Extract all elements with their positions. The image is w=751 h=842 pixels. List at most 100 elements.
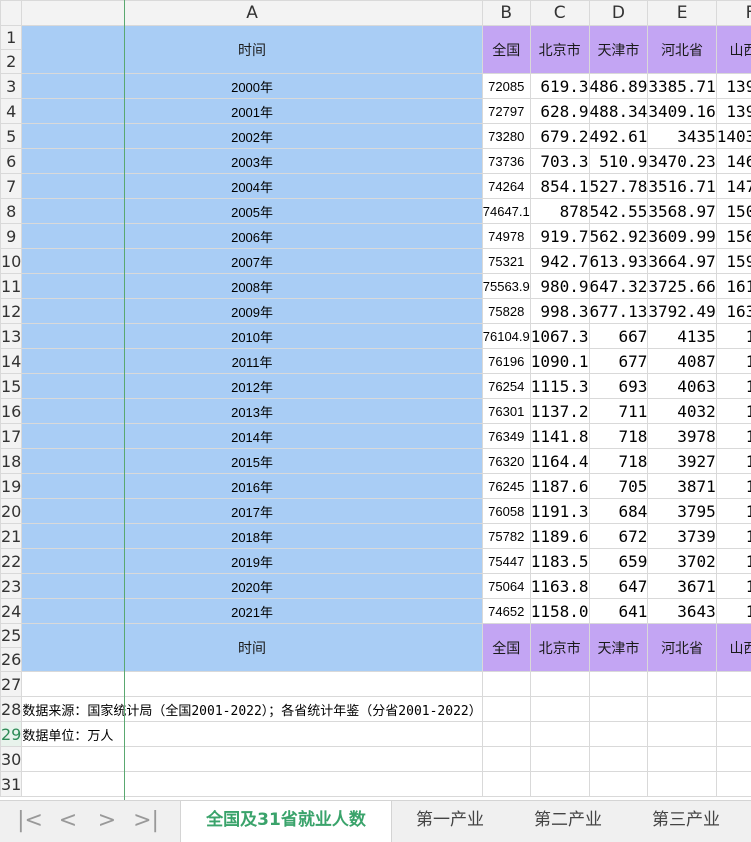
value-cell[interactable]: 75447 bbox=[481, 548, 531, 574]
cell[interactable] bbox=[715, 721, 751, 747]
value-cell[interactable]: 878 bbox=[529, 198, 590, 224]
value-cell[interactable]: 1403.34 bbox=[715, 123, 751, 149]
unit-note[interactable]: 数据单位：万人 bbox=[21, 721, 483, 747]
value-cell[interactable]: 4087 bbox=[647, 348, 717, 374]
value-cell[interactable]: 998.3 bbox=[529, 298, 590, 324]
cell[interactable] bbox=[481, 771, 531, 797]
cell[interactable] bbox=[481, 721, 531, 747]
row-header[interactable]: 5 bbox=[0, 123, 23, 149]
year-cell[interactable]: 2019年 bbox=[21, 548, 483, 574]
year-cell[interactable]: 2004年 bbox=[21, 173, 483, 199]
value-cell[interactable]: 3643 bbox=[647, 598, 717, 624]
row-header[interactable]: 21 bbox=[0, 523, 23, 549]
header-cell[interactable]: 河北省 bbox=[647, 25, 717, 74]
row-header[interactable]: 8 bbox=[0, 198, 23, 224]
value-cell[interactable]: 718 bbox=[588, 448, 649, 474]
value-cell[interactable]: 3568.97 bbox=[647, 198, 717, 224]
value-cell[interactable]: 492.61 bbox=[588, 123, 649, 149]
header-cell[interactable]: 河北省 bbox=[647, 623, 717, 672]
value-cell[interactable]: 3978 bbox=[647, 423, 717, 449]
value-cell[interactable]: 1399.5 bbox=[715, 98, 751, 124]
sheet-tab-primary-industry[interactable]: 第一产业 bbox=[394, 801, 506, 842]
value-cell[interactable]: 703.3 bbox=[529, 148, 590, 174]
column-header-f[interactable]: F bbox=[715, 0, 751, 26]
first-sheet-icon[interactable]: |< bbox=[14, 806, 46, 836]
cell[interactable] bbox=[715, 696, 751, 722]
value-cell[interactable]: 667 bbox=[588, 323, 649, 349]
header-cell[interactable]: 天津市 bbox=[588, 623, 649, 672]
row-header[interactable]: 28 bbox=[0, 696, 23, 722]
value-cell[interactable]: 486.89 bbox=[588, 73, 649, 99]
row-header[interactable]: 15 bbox=[0, 373, 23, 399]
cell[interactable] bbox=[21, 771, 483, 797]
last-sheet-icon[interactable]: >| bbox=[130, 806, 162, 836]
data-table[interactable]: ABCDEFGH 1时间全国北京市天津市河北省山西省内蒙古自治区辽宁省23200… bbox=[0, 0, 751, 797]
year-cell[interactable]: 2007年 bbox=[21, 248, 483, 274]
row-header[interactable]: 4 bbox=[0, 98, 23, 124]
value-cell[interactable]: 75321 bbox=[481, 248, 531, 274]
year-cell[interactable]: 2016年 bbox=[21, 473, 483, 499]
value-cell[interactable]: 647.32 bbox=[588, 273, 649, 299]
value-cell[interactable]: 1191.3 bbox=[529, 498, 590, 524]
header-cell[interactable]: 时间 bbox=[21, 623, 483, 672]
row-header[interactable]: 11 bbox=[0, 273, 23, 299]
year-cell[interactable]: 2020年 bbox=[21, 573, 483, 599]
value-cell[interactable]: 1189.6 bbox=[529, 523, 590, 549]
header-cell[interactable]: 天津市 bbox=[588, 25, 649, 74]
header-cell[interactable]: 北京市 bbox=[529, 623, 590, 672]
cell[interactable] bbox=[529, 671, 590, 697]
cell[interactable] bbox=[647, 771, 717, 797]
value-cell[interactable]: 1630.6 bbox=[715, 298, 751, 324]
value-cell[interactable]: 1392.4 bbox=[715, 73, 751, 99]
row-header[interactable]: 26 bbox=[0, 647, 23, 672]
row-header[interactable]: 1 bbox=[0, 25, 23, 50]
cell[interactable] bbox=[647, 696, 717, 722]
value-cell[interactable]: 1067.3 bbox=[529, 323, 590, 349]
value-cell[interactable]: 488.34 bbox=[588, 98, 649, 124]
row-header[interactable]: 18 bbox=[0, 448, 23, 474]
value-cell[interactable]: 3739 bbox=[647, 523, 717, 549]
column-header-a[interactable]: A bbox=[21, 0, 483, 26]
prev-sheet-icon[interactable]: < bbox=[52, 806, 84, 836]
value-cell[interactable]: 3927 bbox=[647, 448, 717, 474]
value-cell[interactable]: 705 bbox=[588, 473, 649, 499]
value-cell[interactable]: 4135 bbox=[647, 323, 717, 349]
cell[interactable] bbox=[21, 671, 483, 697]
value-cell[interactable]: 562.92 bbox=[588, 223, 649, 249]
value-cell[interactable]: 659 bbox=[588, 548, 649, 574]
value-cell[interactable]: 919.7 bbox=[529, 223, 590, 249]
value-cell[interactable]: 677 bbox=[588, 348, 649, 374]
cell[interactable] bbox=[715, 771, 751, 797]
value-cell[interactable]: 711 bbox=[588, 398, 649, 424]
row-header[interactable]: 23 bbox=[0, 573, 23, 599]
value-cell[interactable]: 647 bbox=[588, 573, 649, 599]
value-cell[interactable]: 527.78 bbox=[588, 173, 649, 199]
value-cell[interactable]: 1469.5 bbox=[715, 148, 751, 174]
value-cell[interactable]: 1715 bbox=[715, 598, 751, 624]
value-cell[interactable]: 980.9 bbox=[529, 273, 590, 299]
cell[interactable] bbox=[588, 721, 649, 747]
value-cell[interactable]: 854.1 bbox=[529, 173, 590, 199]
value-cell[interactable]: 693 bbox=[588, 373, 649, 399]
row-header[interactable]: 10 bbox=[0, 248, 23, 274]
value-cell[interactable]: 3435 bbox=[647, 123, 717, 149]
column-header-b[interactable]: B bbox=[481, 0, 531, 26]
cell[interactable] bbox=[529, 746, 590, 772]
value-cell[interactable]: 3702 bbox=[647, 548, 717, 574]
value-cell[interactable]: 1090.1 bbox=[529, 348, 590, 374]
cell[interactable] bbox=[715, 671, 751, 697]
value-cell[interactable]: 1141.8 bbox=[529, 423, 590, 449]
row-header[interactable]: 9 bbox=[0, 223, 23, 249]
row-header[interactable]: 13 bbox=[0, 323, 23, 349]
select-all-corner[interactable] bbox=[0, 0, 23, 26]
year-cell[interactable]: 2005年 bbox=[21, 198, 483, 224]
value-cell[interactable]: 1137.2 bbox=[529, 398, 590, 424]
value-cell[interactable]: 76196 bbox=[481, 348, 531, 374]
year-cell[interactable]: 2015年 bbox=[21, 448, 483, 474]
cell[interactable] bbox=[588, 671, 649, 697]
cell[interactable] bbox=[529, 771, 590, 797]
value-cell[interactable]: 619.3 bbox=[529, 73, 590, 99]
value-cell[interactable]: 1817 bbox=[715, 348, 751, 374]
value-cell[interactable]: 75828 bbox=[481, 298, 531, 324]
value-cell[interactable]: 76349 bbox=[481, 423, 531, 449]
